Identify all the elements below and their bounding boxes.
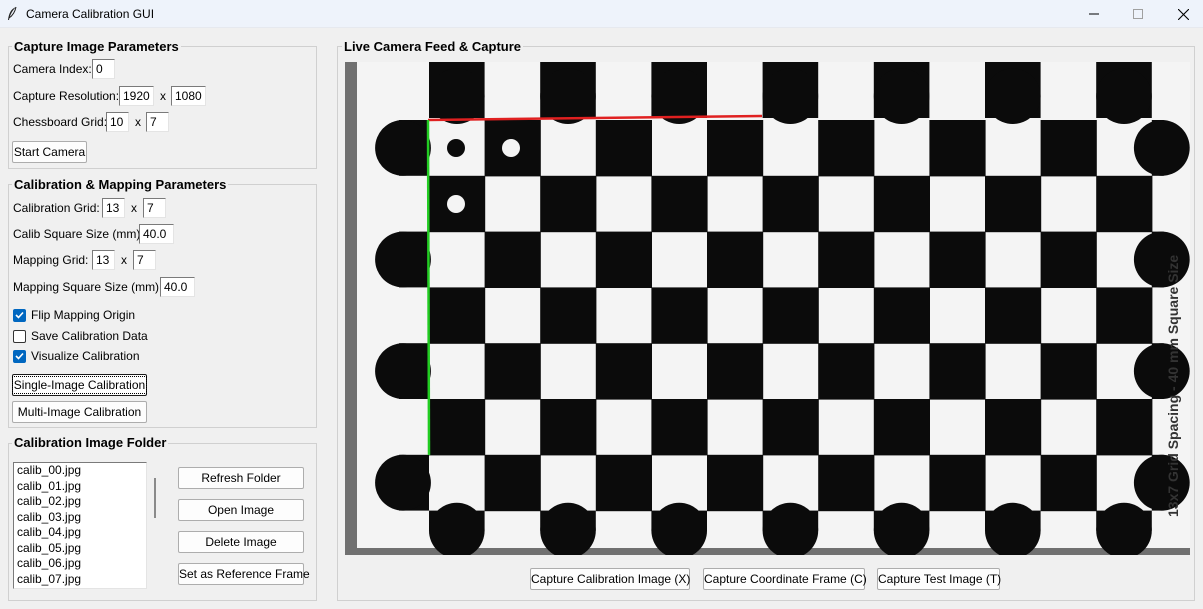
list-item[interactable]: calib_06.jpg [14, 556, 146, 572]
flip-mapping-origin-checkbox[interactable]: Flip Mapping Origin [13, 308, 135, 322]
capture-calibration-image-button[interactable]: Capture Calibration Image (X) [530, 568, 690, 590]
feather-icon [8, 6, 17, 20]
camera-index-input[interactable]: 0 [92, 59, 115, 79]
live-feed-title: Live Camera Feed & Capture [342, 39, 524, 54]
close-icon [1177, 8, 1189, 20]
delete-image-button[interactable]: Delete Image [178, 531, 304, 553]
list-scrollbar-thumb[interactable] [154, 478, 156, 518]
single-image-calibration-button[interactable]: Single-Image Calibration [11, 374, 148, 396]
resolution-height-input[interactable]: 1080 [171, 86, 206, 106]
mapping-grid-separator: x [121, 253, 127, 267]
capture-params-title: Capture Image Parameters [12, 39, 181, 54]
calib-params-title: Calibration & Mapping Parameters [12, 177, 229, 192]
calib-grid-cols-input[interactable]: 13 [102, 198, 125, 218]
calib-grid-label: Calibration Grid: [13, 201, 100, 215]
camera-index-label: Camera Index: [13, 62, 92, 76]
minimize-button[interactable] [1071, 0, 1117, 28]
list-item[interactable]: calib_02.jpg [14, 494, 146, 510]
capture-test-image-button[interactable]: Capture Test Image (T) [877, 568, 1001, 590]
capture-coordinate-frame-button[interactable]: Capture Coordinate Frame (C) [703, 568, 867, 590]
mapping-grid-rows-input[interactable]: 7 [133, 250, 156, 270]
title-bar: Camera Calibration GUI [0, 0, 1203, 28]
list-item[interactable]: calib_03.jpg [14, 510, 146, 526]
list-item[interactable]: calib_05.jpg [14, 541, 146, 557]
board-caption: 13x7 Grid Spacing - 40 mm Square Size [1165, 255, 1181, 517]
calib-grid-rows-input[interactable]: 7 [143, 198, 166, 218]
resolution-separator: x [160, 89, 166, 103]
set-reference-frame-button[interactable]: Set as Reference Frame [178, 563, 310, 585]
folder-title: Calibration Image Folder [12, 435, 169, 450]
checkbox-unchecked-icon [13, 329, 26, 343]
list-item[interactable]: calib_07.jpg [14, 572, 146, 588]
calib-square-input[interactable]: 40.0 [139, 224, 174, 244]
checkbox-checked-icon [13, 349, 26, 363]
mapping-grid-label: Mapping Grid: [13, 253, 89, 267]
mapping-square-label: Mapping Square Size (mm): [13, 280, 163, 294]
list-item[interactable]: calib_04.jpg [14, 525, 146, 541]
image-file-list[interactable]: calib_00.jpg calib_01.jpg calib_02.jpg c… [13, 462, 147, 589]
mapping-grid-cols-input[interactable]: 13 [92, 250, 115, 270]
visualize-calibration-checkbox[interactable]: Visualize Calibration [13, 349, 140, 363]
checkbox-checked-icon [13, 308, 26, 322]
mapping-square-input[interactable]: 40.0 [160, 277, 195, 297]
save-calibration-data-checkbox[interactable]: Save Calibration Data [13, 329, 148, 343]
calib-grid-separator: x [131, 201, 137, 215]
open-image-button[interactable]: Open Image [178, 499, 304, 521]
resolution-width-input[interactable]: 1920 [119, 86, 154, 106]
calib-square-label: Calib Square Size (mm): [13, 227, 144, 241]
chessboard-grid-separator: x [135, 115, 141, 129]
minimize-icon [1089, 13, 1099, 15]
chessboard-cols-input[interactable]: 10 [106, 112, 129, 132]
resolution-label: Capture Resolution: [13, 89, 120, 103]
maximize-icon [1133, 9, 1143, 19]
start-camera-button[interactable]: Start Camera [12, 141, 87, 163]
window-title: Camera Calibration GUI [26, 7, 155, 21]
camera-feed-view[interactable]: 13x7 Grid Spacing - 40 mm Square Size [345, 62, 1190, 555]
list-item[interactable]: calib_00.jpg [14, 463, 146, 479]
chessboard-rows-input[interactable]: 7 [146, 112, 169, 132]
chessboard-grid-label: Chessboard Grid: [13, 115, 108, 129]
refresh-folder-button[interactable]: Refresh Folder [178, 467, 304, 489]
close-button[interactable] [1160, 0, 1203, 28]
multi-image-calibration-button[interactable]: Multi-Image Calibration [12, 401, 147, 423]
list-item[interactable]: calib_01.jpg [14, 479, 146, 495]
maximize-button[interactable] [1115, 0, 1161, 28]
